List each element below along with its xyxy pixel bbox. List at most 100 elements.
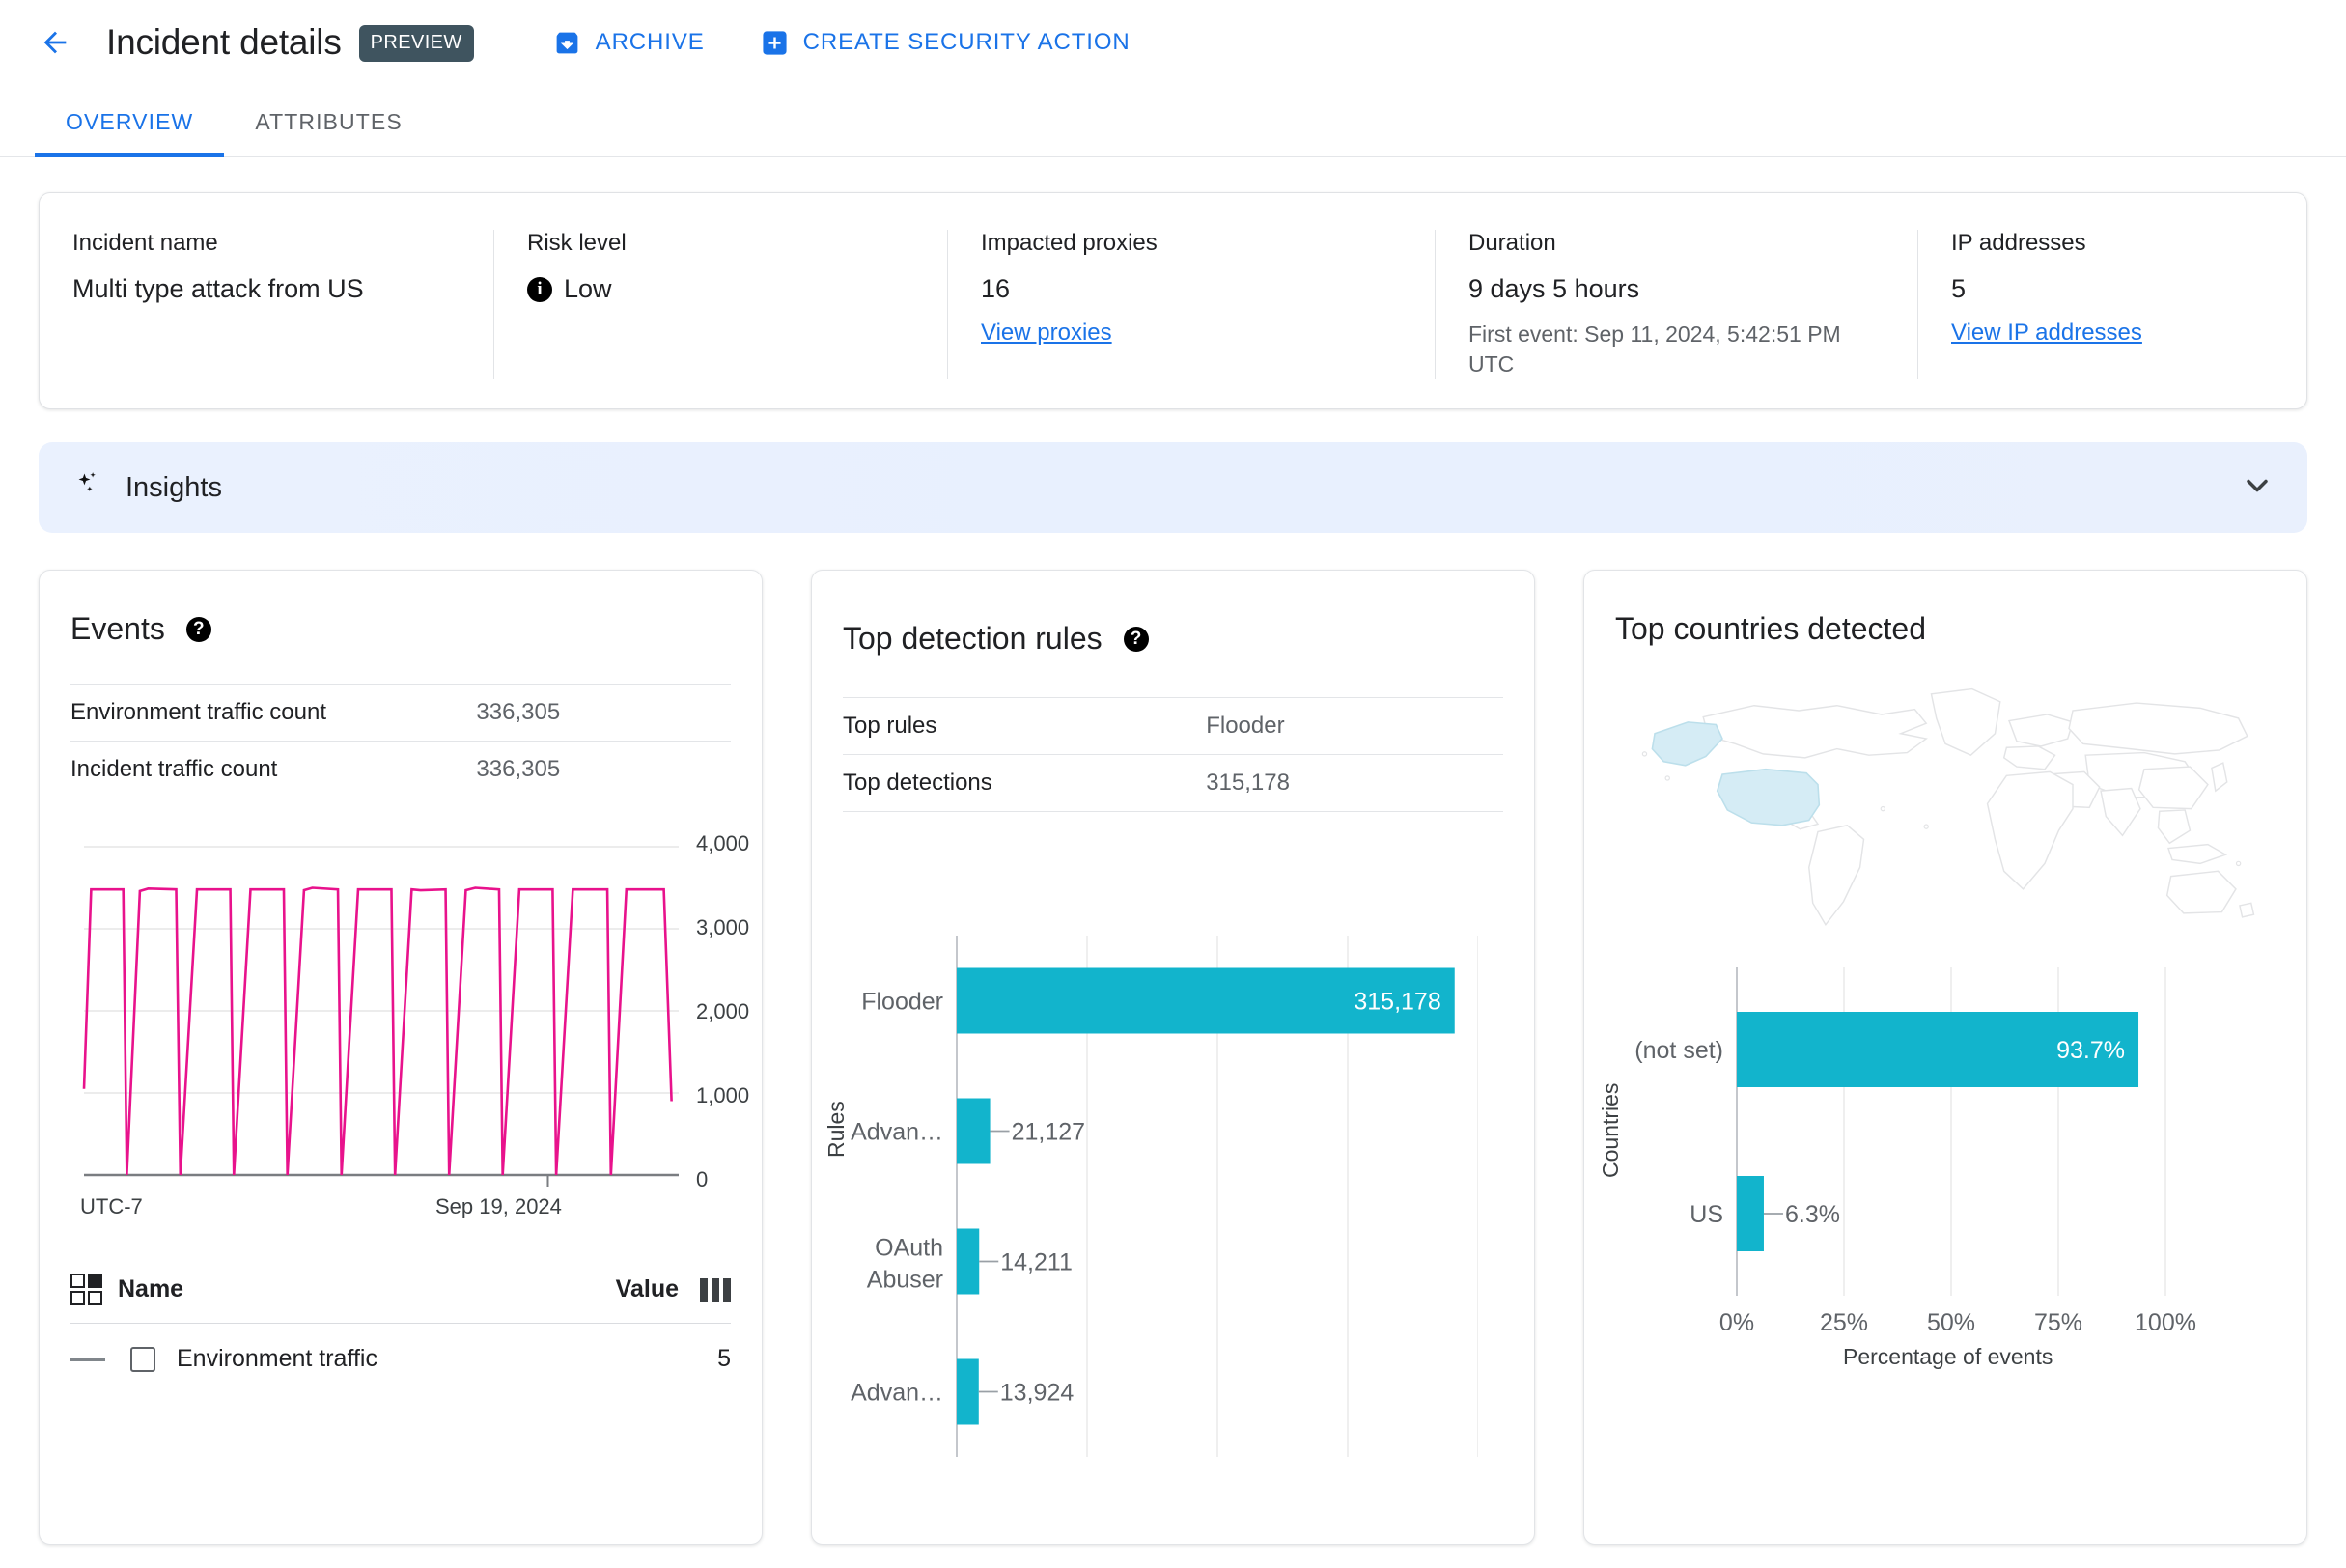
legend-col-value: Value bbox=[615, 1275, 679, 1303]
incident-name-label: Incident name bbox=[72, 230, 218, 256]
table-row: Top rules Flooder bbox=[843, 697, 1503, 755]
x-tick-date: Sep 19, 2024 bbox=[435, 1194, 562, 1219]
summary-ip-addresses: IP addresses 5 View IP addresses bbox=[1917, 230, 2175, 380]
rules-bar-chart-svg: Flooder 315,178 Advan… 21,127 OAuth Abuser 14,… bbox=[851, 936, 1479, 1458]
events-legend-header: Name Value bbox=[70, 1274, 731, 1325]
create-security-action-label: CREATE SECURITY ACTION bbox=[802, 29, 1131, 55]
svg-text:50%: 50% bbox=[1927, 1309, 1975, 1336]
countries-bar-chart: (not set) 93.7% US 6.3% 0% 25% 50% 75% 100% Coun… bbox=[1584, 958, 2306, 1370]
svg-text:Advan…: Advan… bbox=[851, 1379, 943, 1406]
checkbox-cell bbox=[70, 1291, 85, 1306]
top-countries-card: Top countries detected (not set) 93.7% US 6… bbox=[1583, 570, 2307, 1546]
events-card-title: Events ? bbox=[70, 611, 731, 647]
svg-text:21,127: 21,127 bbox=[1012, 1118, 1085, 1145]
svg-text:13,924: 13,924 bbox=[1000, 1379, 1075, 1406]
legend-checkbox[interactable] bbox=[130, 1346, 155, 1372]
top-app-bar: Incident details PREVIEW ARCHIVE CREATE S… bbox=[0, 0, 2346, 85]
events-row-key: Incident traffic count bbox=[70, 756, 278, 783]
table-row: Environment traffic count 336,305 bbox=[70, 684, 731, 742]
map-region-united-states bbox=[1716, 769, 1821, 826]
legend-col-name: Name bbox=[118, 1275, 184, 1303]
risk-level-value-wrap: i Low bbox=[527, 274, 914, 304]
page-title-text: Incident details bbox=[106, 22, 342, 62]
columns-icon[interactable] bbox=[700, 1277, 731, 1302]
rules-row-value: Flooder bbox=[1206, 713, 1285, 740]
y-tick-4000: 4,000 bbox=[696, 831, 750, 856]
svg-text:(not set): (not set) bbox=[1634, 1037, 1723, 1064]
risk-level-value: Low bbox=[564, 274, 612, 303]
countries-bar-chart-svg: (not set) 93.7% US 6.3% 0% 25% 50% 75% 100% bbox=[1634, 967, 2196, 1336]
svg-text:US: US bbox=[1690, 1201, 1723, 1228]
events-title-text: Events bbox=[70, 611, 165, 647]
impacted-proxies-value: 16 bbox=[981, 274, 1011, 303]
summary-risk-level: Risk level i Low bbox=[493, 230, 947, 380]
legend-series-name: Environment traffic bbox=[177, 1345, 377, 1373]
archive-icon bbox=[553, 29, 581, 57]
svg-text:315,178: 315,178 bbox=[1354, 988, 1440, 1015]
events-row-key: Environment traffic count bbox=[70, 699, 327, 726]
tab-attributes[interactable]: ATTRIBUTES bbox=[224, 109, 433, 156]
help-icon[interactable]: ? bbox=[185, 616, 211, 642]
y-tick-2000: 2,000 bbox=[696, 999, 750, 1024]
rules-row-value: 315,178 bbox=[1206, 770, 1290, 797]
sparkle-icon bbox=[71, 469, 104, 507]
rules-row-key: Top rules bbox=[843, 713, 937, 740]
checkbox-cell bbox=[70, 1274, 85, 1289]
checkbox-cell bbox=[88, 1291, 102, 1306]
svg-text:100%: 100% bbox=[2135, 1309, 2196, 1336]
chevron-down-icon[interactable] bbox=[2240, 468, 2275, 508]
impacted-proxies-label: Impacted proxies bbox=[981, 230, 1158, 256]
svg-text:Advan…: Advan… bbox=[851, 1118, 943, 1145]
top-detection-rules-card: Top detection rules ? Top rules Flooder … bbox=[811, 570, 1535, 1546]
rules-row-key: Top detections bbox=[843, 770, 992, 797]
insights-title: Insights bbox=[126, 471, 222, 503]
y-tick-0: 0 bbox=[696, 1167, 709, 1192]
list-item[interactable]: Environment traffic 5 bbox=[70, 1324, 731, 1373]
info-icon: i bbox=[527, 276, 552, 302]
svg-text:25%: 25% bbox=[1820, 1309, 1868, 1336]
ip-addresses-value: 5 bbox=[1951, 274, 1967, 303]
rules-card-title: Top detection rules ? bbox=[843, 621, 1503, 657]
duration-value: 9 days 5 hours bbox=[1468, 274, 1640, 303]
incident-summary-card: Incident name Multi type attack from US … bbox=[39, 192, 2307, 410]
help-icon[interactable]: ? bbox=[1123, 626, 1149, 652]
events-card: Events ? Environment traffic count 336,3… bbox=[39, 570, 763, 1546]
series-color-swatch bbox=[70, 1357, 105, 1361]
world-map bbox=[1584, 647, 2306, 937]
events-row-value: 336,305 bbox=[476, 756, 561, 783]
rules-kv-table: Top rules Flooder Top detections 315,178 bbox=[843, 697, 1503, 812]
world-map-svg bbox=[1641, 687, 2255, 927]
table-row: Incident traffic count 336,305 bbox=[70, 742, 731, 798]
create-security-action-button[interactable]: CREATE SECURITY ACTION bbox=[761, 29, 1131, 57]
countries-x-axis-title: Percentage of events bbox=[1843, 1344, 2053, 1370]
archive-label: ARCHIVE bbox=[595, 29, 705, 55]
tab-overview[interactable]: OVERVIEW bbox=[35, 109, 225, 157]
back-arrow-icon[interactable] bbox=[33, 20, 77, 65]
table-row: Top detections 315,178 bbox=[843, 755, 1503, 812]
ip-addresses-label: IP addresses bbox=[1951, 230, 2086, 256]
svg-text:75%: 75% bbox=[2034, 1309, 2082, 1336]
map-region-alaska bbox=[1651, 721, 1723, 767]
rules-bar-chart: Flooder 315,178 Advan… 21,127 OAuth Abuser 14,… bbox=[812, 926, 1534, 1471]
summary-incident-name: Incident name Multi type attack from US bbox=[40, 230, 493, 379]
y-tick-1000: 1,000 bbox=[696, 1083, 750, 1108]
insights-panel[interactable]: Insights bbox=[39, 442, 2307, 534]
incident-name-value: Multi type attack from US bbox=[72, 274, 364, 303]
countries-title-text: Top countries detected bbox=[1615, 611, 1926, 647]
page-title: Incident details PREVIEW bbox=[106, 22, 474, 63]
archive-button[interactable]: ARCHIVE bbox=[553, 29, 705, 57]
x-tick-utc: UTC-7 bbox=[80, 1194, 143, 1219]
countries-card-title: Top countries detected bbox=[1615, 611, 2276, 647]
duration-first-event: First event: Sep 11, 2024, 5:42:51 PM UT… bbox=[1468, 322, 1841, 378]
view-ip-addresses-link[interactable]: View IP addresses bbox=[1951, 320, 2142, 347]
page-body: Incident name Multi type attack from US … bbox=[0, 192, 2346, 1546]
countries-y-axis-title: Countries bbox=[1598, 1082, 1623, 1179]
svg-text:Abuser: Abuser bbox=[867, 1267, 943, 1294]
view-proxies-link[interactable]: View proxies bbox=[981, 320, 1402, 347]
plus-square-icon bbox=[761, 29, 789, 57]
svg-text:93.7%: 93.7% bbox=[2056, 1037, 2125, 1064]
summary-impacted-proxies: Impacted proxies 16 View proxies bbox=[947, 230, 1435, 380]
summary-duration: Duration 9 days 5 hours First event: Sep… bbox=[1435, 230, 1917, 380]
legend-series-value: 5 bbox=[717, 1345, 731, 1373]
multi-select-icon[interactable] bbox=[70, 1274, 102, 1306]
